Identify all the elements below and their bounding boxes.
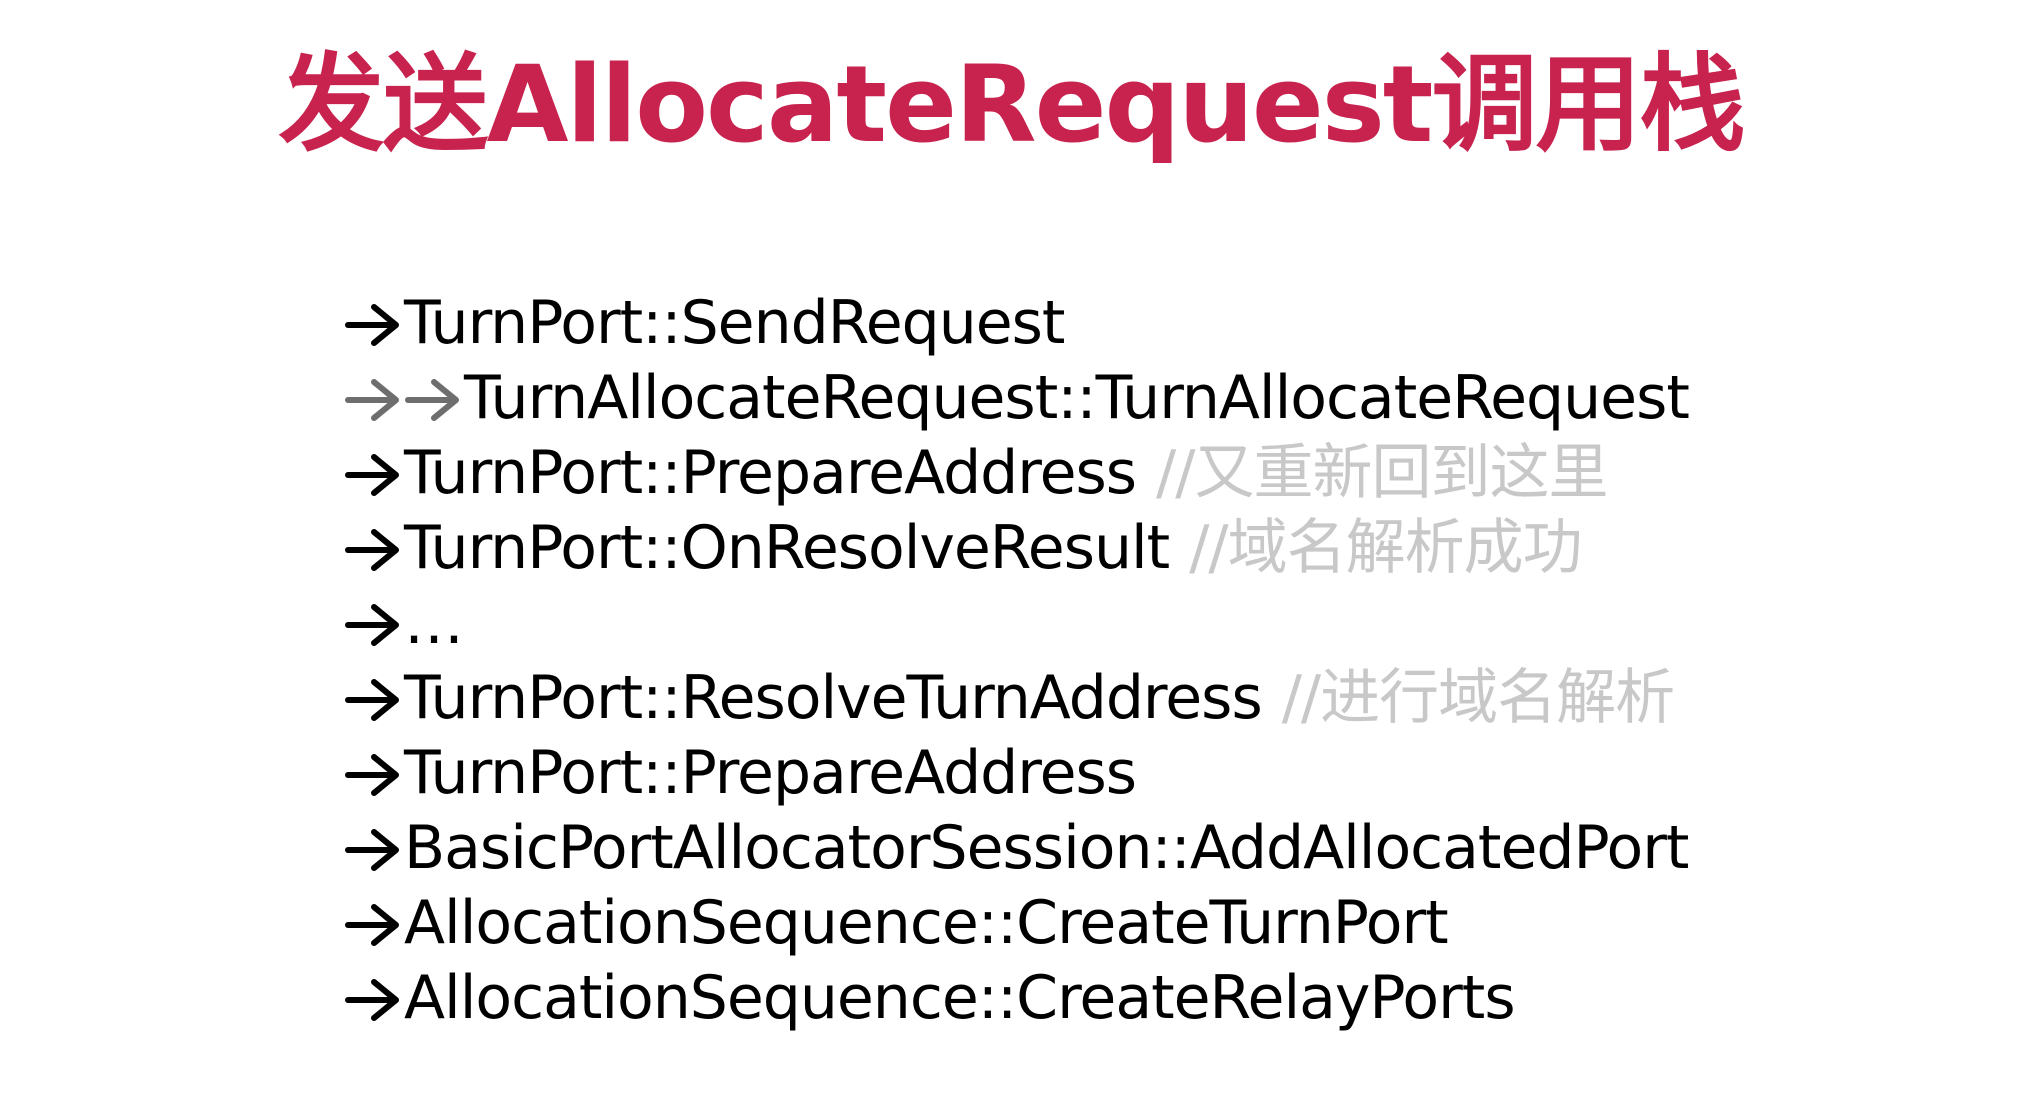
arrow-right-icon bbox=[344, 453, 402, 497]
call-stack-line: … bbox=[344, 586, 1689, 661]
call-stack-line: TurnPort::OnResolveResult //域名解析成功 bbox=[344, 511, 1689, 586]
arrow-right-icon bbox=[344, 978, 402, 1022]
call-stack-line: TurnPort::PrepareAddress bbox=[344, 736, 1689, 811]
function-name: TurnPort::OnResolveResult bbox=[404, 513, 1170, 583]
arrow-right-icon bbox=[344, 828, 402, 872]
arrow-right-icon bbox=[344, 903, 402, 947]
call-stack-line: AllocationSequence::CreateRelayPorts bbox=[344, 961, 1689, 1036]
function-name: AllocationSequence::CreateRelayPorts bbox=[404, 963, 1516, 1033]
call-stack-line: TurnAllocateRequest::TurnAllocateRequest bbox=[344, 361, 1690, 436]
function-name: TurnPort::SendRequest bbox=[404, 288, 1065, 358]
arrow-right-icon bbox=[344, 378, 402, 422]
call-stack-line: BasicPortAllocatorSession::AddAllocatedP… bbox=[344, 811, 1689, 886]
function-name: BasicPortAllocatorSession::AddAllocatedP… bbox=[404, 813, 1689, 883]
arrow-right-icon bbox=[344, 528, 402, 572]
function-name: TurnPort::PrepareAddress bbox=[404, 738, 1137, 808]
arrow-right-icon bbox=[344, 753, 402, 797]
function-name: TurnPort::PrepareAddress bbox=[404, 438, 1137, 508]
call-stack-line: AllocationSequence::CreateTurnPort bbox=[344, 886, 1689, 961]
call-stack-line: TurnPort::SendRequest bbox=[344, 286, 1689, 361]
function-name: TurnAllocateRequest::TurnAllocateRequest bbox=[464, 363, 1690, 433]
function-name: AllocationSequence::CreateTurnPort bbox=[404, 888, 1449, 958]
call-stack-line: TurnPort::ResolveTurnAddress //进行域名解析 bbox=[344, 661, 1689, 736]
arrow-right-icon bbox=[344, 678, 402, 722]
arrow-right-icon bbox=[344, 603, 402, 647]
call-stack-list: TurnPort::SendRequest TurnAllocateReques… bbox=[344, 286, 1690, 1036]
slide: 发送AllocateRequest调用栈 TurnPort::SendReque… bbox=[0, 0, 2022, 1108]
comment: //域名解析成功 bbox=[1189, 513, 1582, 583]
arrow-right-icon bbox=[344, 303, 402, 347]
slide-title: 发送AllocateRequest调用栈 bbox=[278, 43, 1746, 166]
comment: //又重新回到这里 bbox=[1156, 438, 1608, 508]
comment: //进行域名解析 bbox=[1281, 663, 1675, 733]
function-name: … bbox=[404, 588, 464, 658]
function-name: TurnPort::ResolveTurnAddress bbox=[404, 663, 1263, 733]
call-stack-line: TurnPort::PrepareAddress //又重新回到这里 bbox=[344, 436, 1689, 511]
arrow-right-icon bbox=[404, 378, 462, 422]
